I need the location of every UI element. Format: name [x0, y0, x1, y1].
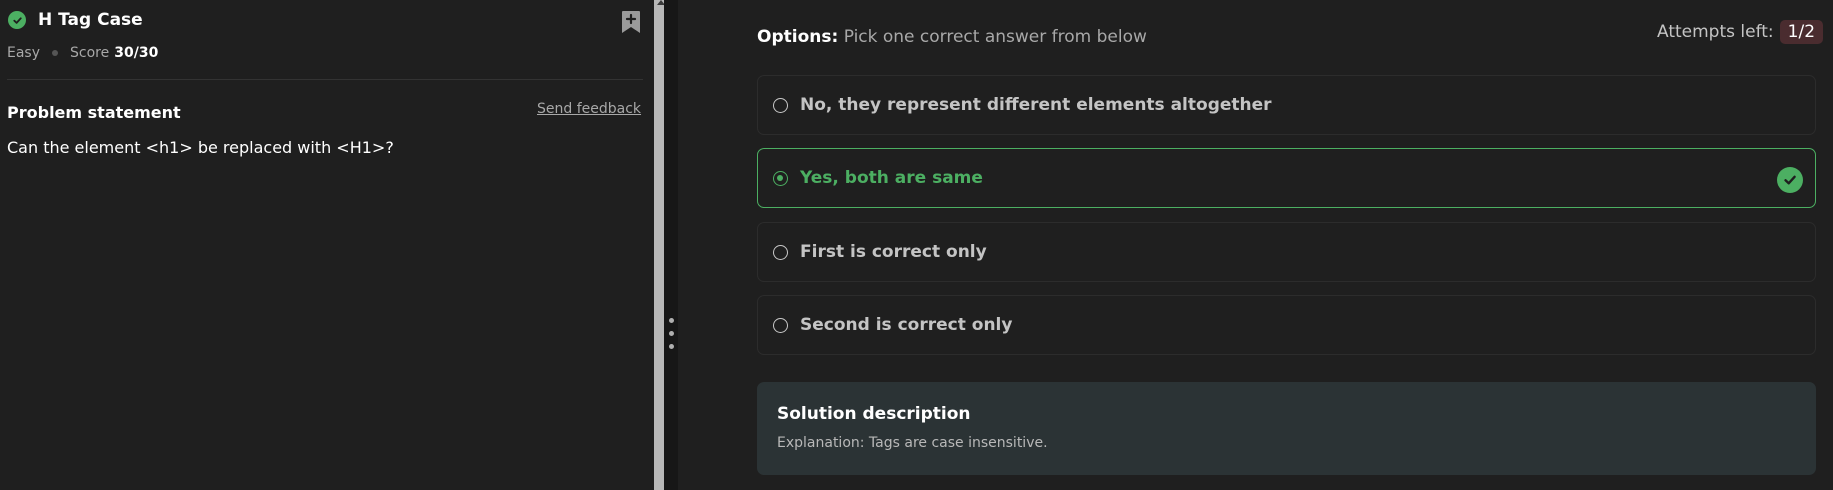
option-label: Yes, both are same [800, 168, 983, 188]
radio-button[interactable] [773, 244, 788, 260]
score-label: Score [70, 45, 110, 61]
attempts-indicator: Attempts left: 1/2 [1657, 20, 1824, 44]
option-2[interactable]: Yes, both are same [757, 148, 1816, 208]
solution-box: Solution description Explanation: Tags a… [757, 382, 1816, 475]
solution-heading: Solution description [777, 404, 971, 424]
bookmark-add-icon[interactable] [620, 10, 642, 34]
correct-check-icon [1777, 167, 1803, 193]
problem-meta: Easy Score 30/30 [7, 45, 158, 61]
option-label: Second is correct only [800, 315, 1013, 335]
radio-button[interactable] [773, 317, 788, 333]
panel-splitter[interactable] [664, 0, 678, 490]
drag-handle-icon[interactable] [669, 318, 674, 357]
problem-statement-text: Can the element <h1> be replaced with <H… [7, 138, 394, 157]
problem-title-row: H Tag Case [8, 10, 143, 30]
separator-dot [52, 50, 59, 56]
attempts-badge: 1/2 [1779, 20, 1824, 44]
option-4[interactable]: Second is correct only [757, 295, 1816, 355]
option-label: First is correct only [800, 242, 987, 262]
attempts-label: Attempts left: [1657, 22, 1774, 42]
difficulty-label: Easy [7, 45, 41, 61]
radio-button-selected[interactable] [773, 170, 788, 186]
problem-statement-heading: Problem statement [7, 103, 181, 122]
options-hint: Pick one correct answer from below [843, 27, 1147, 47]
solved-check-icon [8, 11, 26, 29]
option-label: No, they represent different elements al… [800, 95, 1272, 115]
option-1[interactable]: No, they represent different elements al… [757, 75, 1816, 135]
options-label: Options: [757, 27, 839, 47]
divider [7, 79, 643, 80]
scrollbar[interactable] [654, 0, 664, 490]
problem-title: H Tag Case [38, 10, 143, 30]
radio-button[interactable] [773, 97, 788, 113]
send-feedback-link[interactable]: Send feedback [537, 101, 641, 117]
problem-panel [0, 0, 654, 490]
score-value: 30/30 [114, 45, 159, 61]
option-3[interactable]: First is correct only [757, 222, 1816, 282]
solution-text: Explanation: Tags are case insensitive. [777, 435, 1048, 451]
options-header: Options: Pick one correct answer from be… [757, 27, 1147, 47]
